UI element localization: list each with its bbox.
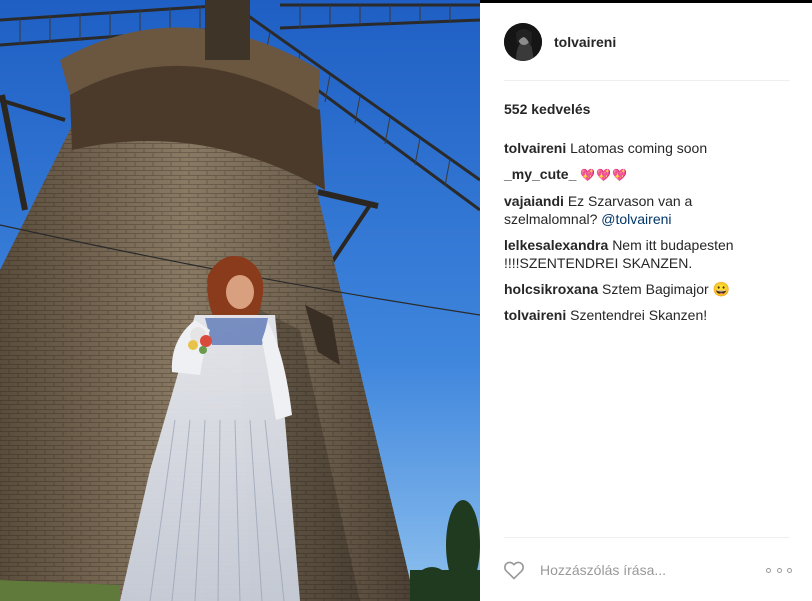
dot-icon [766, 567, 771, 573]
dot-icon [787, 567, 792, 573]
comment-username[interactable]: _my_cute_ [504, 166, 576, 182]
instagram-post-view: tolvaireni 552 kedvelés tolvaireni Latom… [0, 0, 812, 601]
avatar[interactable] [504, 23, 542, 61]
comment-text: Szentendrei Skanzen! [570, 307, 708, 323]
dot-icon [776, 567, 782, 573]
comment-item: holcsikroxana Sztem Bagimajor 😀 [504, 280, 774, 298]
comment-text: Latomas coming soon [570, 140, 708, 156]
ellipsis-icon[interactable] [766, 565, 792, 575]
comment-text: Sztem Bagimajor 😀 [602, 281, 730, 297]
top-edge [480, 0, 812, 3]
post-footer [502, 554, 792, 586]
comment-username[interactable]: holcsikroxana [504, 281, 598, 297]
comment-username[interactable]: tolvaireni [504, 140, 566, 156]
comment-text: 💖💖💖 [580, 168, 629, 182]
post-photo[interactable] [0, 0, 480, 601]
comment-item: vajaiandi Ez Szarvason van a szelmalomna… [504, 192, 774, 228]
comment-item: lelkesalexandra Nem itt budapesten !!!!S… [504, 236, 774, 272]
header-divider [504, 80, 790, 81]
add-comment-input[interactable] [540, 562, 766, 578]
comment-item: tolvaireni Szentendrei Skanzen! [504, 306, 774, 324]
comment-username[interactable]: tolvaireni [504, 307, 566, 323]
comments-list: tolvaireni Latomas coming soon _my_cute_… [504, 139, 774, 332]
comment-item: tolvaireni Latomas coming soon [504, 139, 774, 157]
comment-mention-link[interactable]: @tolvaireni [601, 211, 671, 227]
comment-username[interactable]: vajaiandi [504, 193, 564, 209]
windmill-photo-image [0, 0, 480, 601]
post-details-panel: tolvaireni 552 kedvelés tolvaireni Latom… [480, 0, 812, 601]
avatar-image [504, 23, 542, 61]
comment-username[interactable]: lelkesalexandra [504, 237, 608, 253]
likes-count[interactable]: 552 kedvelés [504, 101, 590, 117]
post-username[interactable]: tolvaireni [554, 34, 616, 50]
comment-item: _my_cute_ 💖💖💖 [504, 165, 774, 184]
heart-outline-icon[interactable] [502, 558, 526, 582]
post-header: tolvaireni [504, 22, 616, 62]
footer-divider [504, 537, 790, 538]
